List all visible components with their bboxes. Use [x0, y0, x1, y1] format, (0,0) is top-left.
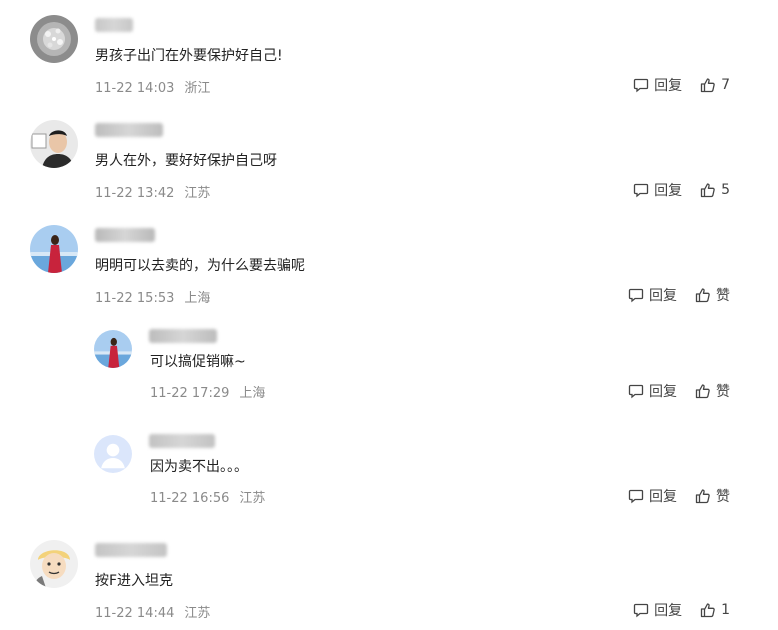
- comment-item: 男孩子出门在外要保护好自己! 11-22 14:03 浙江 回复 7: [0, 0, 778, 105]
- username-blurred[interactable]: [149, 434, 215, 448]
- comment-text: 可以搞促销嘛~: [150, 354, 246, 370]
- comment-text: 因为卖不出。。。: [150, 459, 248, 475]
- reply-button[interactable]: 回复: [628, 486, 677, 506]
- like-button[interactable]: 赞: [695, 486, 730, 506]
- comment-time: 11-22 14:44: [95, 606, 175, 621]
- reply-label: 回复: [649, 288, 677, 304]
- comment-meta: 11-22 13:42 江苏: [95, 182, 210, 201]
- comment-meta: 11-22 14:44 江苏: [95, 602, 210, 621]
- default-user-avatar[interactable]: [94, 435, 132, 473]
- comment-item: 男人在外，要好好保护自己呀 11-22 13:42 江苏 回复 5: [0, 105, 778, 210]
- like-button[interactable]: 赞: [695, 285, 730, 305]
- reply-button[interactable]: 回复: [633, 180, 682, 200]
- comment-actions: 回复 赞: [628, 486, 730, 506]
- reply-item: 因为卖不出。。。 11-22 16:56 江苏 回复 赞: [0, 420, 778, 525]
- thumbs-up-icon: [700, 78, 715, 93]
- username-blurred[interactable]: [95, 123, 163, 137]
- comment-bubble-icon: [633, 183, 649, 198]
- comment-location: 江苏: [239, 491, 266, 506]
- username-blurred[interactable]: [95, 228, 155, 242]
- avatar[interactable]: [30, 225, 78, 273]
- avatar[interactable]: [30, 15, 78, 63]
- thumbs-up-icon: [695, 489, 710, 504]
- comment-meta: 11-22 17:29 上海: [150, 382, 265, 401]
- reply-button[interactable]: 回复: [633, 75, 682, 95]
- comment-bubble-icon: [628, 288, 644, 303]
- comment-bubble-icon: [633, 603, 649, 618]
- like-label: 赞: [716, 384, 730, 400]
- comment-actions: 回复 赞: [628, 285, 730, 305]
- comment-time: 11-22 16:56: [150, 491, 230, 506]
- like-label: 赞: [716, 489, 730, 505]
- reply-button[interactable]: 回复: [633, 600, 682, 620]
- like-button[interactable]: 1: [700, 602, 730, 618]
- thumbs-up-icon: [695, 288, 710, 303]
- avatar[interactable]: [30, 540, 78, 588]
- reply-label: 回复: [654, 183, 683, 199]
- comment-text: 男人在外，要好好保护自己呀: [95, 153, 277, 169]
- comment-text: 按F进入坦克: [95, 573, 174, 589]
- avatar[interactable]: [30, 120, 78, 168]
- comment-bubble-icon: [633, 78, 649, 93]
- like-button[interactable]: 7: [700, 77, 730, 93]
- comment-time: 11-22 14:03: [95, 81, 175, 96]
- reply-label: 回复: [649, 384, 677, 400]
- comment-location: 浙江: [184, 81, 211, 96]
- comment-meta: 11-22 14:03 浙江: [95, 77, 210, 96]
- comment-location: 上海: [184, 291, 211, 306]
- comment-location: 江苏: [184, 186, 211, 201]
- comment-location: 上海: [239, 386, 266, 401]
- comment-time: 11-22 13:42: [95, 186, 175, 201]
- comment-time: 11-22 15:53: [95, 291, 175, 306]
- comment-item: 按F进入坦克 11-22 14:44 江苏 回复 1: [0, 525, 778, 630]
- comment-location: 江苏: [184, 606, 211, 621]
- avatar[interactable]: [94, 330, 132, 368]
- like-button[interactable]: 5: [700, 182, 730, 198]
- comment-bubble-icon: [628, 384, 644, 399]
- comment-text: 明明可以去卖的，为什么要去骗呢: [95, 258, 305, 274]
- thumbs-up-icon: [700, 183, 715, 198]
- thumbs-up-icon: [695, 384, 710, 399]
- username-blurred[interactable]: [95, 543, 167, 557]
- comment-meta: 11-22 15:53 上海: [95, 287, 210, 306]
- like-label: 赞: [716, 288, 730, 304]
- like-count: 7: [721, 77, 730, 93]
- comment-actions: 回复 1: [633, 600, 730, 620]
- like-count: 1: [721, 602, 730, 618]
- comment-actions: 回复 7: [633, 75, 730, 95]
- username-blurred[interactable]: [149, 329, 217, 343]
- comment-text: 男孩子出门在外要保护好自己!: [95, 48, 283, 64]
- reply-item: 可以搞促销嘛~ 11-22 17:29 上海 回复 赞: [0, 315, 778, 420]
- username-blurred[interactable]: [95, 18, 133, 32]
- comment-item: 明明可以去卖的，为什么要去骗呢 11-22 15:53 上海 回复 赞: [0, 210, 778, 315]
- comment-actions: 回复 赞: [628, 381, 730, 401]
- comment-time: 11-22 17:29: [150, 386, 230, 401]
- like-button[interactable]: 赞: [695, 381, 730, 401]
- comment-actions: 回复 5: [633, 180, 730, 200]
- reply-label: 回复: [654, 603, 683, 619]
- comment-bubble-icon: [628, 489, 644, 504]
- like-count: 5: [721, 182, 730, 198]
- reply-button[interactable]: 回复: [628, 285, 677, 305]
- reply-button[interactable]: 回复: [628, 381, 677, 401]
- thumbs-up-icon: [700, 603, 715, 618]
- comment-list: 男孩子出门在外要保护好自己! 11-22 14:03 浙江 回复 7 男人在外，…: [0, 0, 778, 628]
- reply-label: 回复: [654, 78, 683, 94]
- reply-label: 回复: [649, 489, 677, 505]
- comment-meta: 11-22 16:56 江苏: [150, 487, 265, 506]
